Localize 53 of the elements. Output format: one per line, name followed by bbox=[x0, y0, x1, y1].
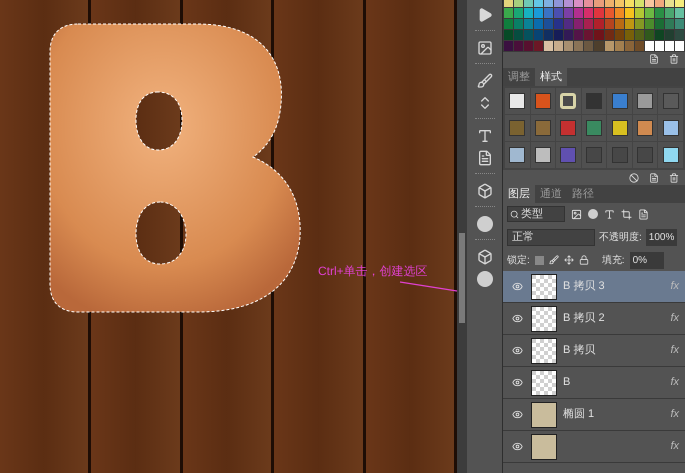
layer-row[interactable]: 椭圆 1 fx bbox=[503, 399, 685, 431]
visibility-eye-icon[interactable] bbox=[512, 377, 522, 388]
layer-effects-label: fx bbox=[670, 439, 679, 454]
layer-effects-label: fx bbox=[670, 375, 679, 390]
new-swatch-icon[interactable] bbox=[649, 54, 659, 64]
layer-row[interactable]: fx bbox=[503, 431, 685, 463]
opacity-field[interactable]: 100% bbox=[646, 228, 678, 246]
layer-name: B 拷贝 bbox=[563, 343, 596, 358]
move-icon[interactable] bbox=[564, 255, 574, 265]
lock-label: 锁定: bbox=[507, 254, 530, 268]
layer-row[interactable]: B fx bbox=[503, 367, 685, 399]
visibility-eye-icon[interactable] bbox=[512, 313, 522, 324]
brush-icon[interactable] bbox=[548, 255, 559, 265]
panel-tab[interactable]: 样式 bbox=[535, 68, 567, 86]
scroll-bar[interactable] bbox=[457, 0, 467, 473]
visibility-eye-icon[interactable] bbox=[512, 409, 522, 420]
type-filter-icon[interactable] bbox=[604, 208, 615, 220]
clear-style-icon[interactable] bbox=[629, 172, 639, 182]
blend-mode-dropdown[interactable]: 正常 bbox=[507, 228, 595, 246]
panel-tab[interactable]: 图层 bbox=[503, 185, 535, 203]
layer-name: B 拷贝 3 bbox=[563, 279, 606, 294]
filter-dropdown[interactable]: 类型 bbox=[507, 206, 565, 222]
smart-object-filter-icon[interactable] bbox=[638, 208, 649, 220]
layer-row[interactable]: B 拷贝 3 fx bbox=[503, 271, 685, 303]
layer-effects-label: fx bbox=[670, 343, 679, 358]
layer-effects-label: fx bbox=[670, 407, 679, 422]
delete-icon[interactable] bbox=[669, 54, 679, 64]
visibility-eye-icon[interactable] bbox=[512, 441, 522, 452]
layer-effects-label: fx bbox=[670, 311, 679, 326]
visibility-eye-icon[interactable] bbox=[512, 345, 522, 356]
visibility-eye-icon[interactable] bbox=[512, 281, 522, 292]
layer-name: B bbox=[563, 375, 572, 390]
delete-icon[interactable] bbox=[669, 172, 679, 182]
new-style-icon[interactable] bbox=[649, 172, 659, 182]
opacity-label: 不透明度: bbox=[599, 230, 642, 244]
layer-row[interactable]: B 拷贝 2 fx bbox=[503, 303, 685, 335]
panel-tab[interactable]: 调整 bbox=[503, 68, 535, 86]
search-icon bbox=[510, 210, 519, 218]
layer-name: B 拷贝 2 bbox=[563, 311, 606, 326]
shape-filter-icon[interactable] bbox=[621, 208, 632, 220]
lock-icon[interactable] bbox=[578, 255, 589, 265]
panel-tab[interactable]: 路径 bbox=[567, 185, 599, 203]
fill-field[interactable]: 0% bbox=[630, 252, 664, 268]
adjustment-filter-icon[interactable] bbox=[588, 209, 598, 219]
image-filter-icon[interactable] bbox=[571, 208, 582, 220]
layer-effects-label: fx bbox=[670, 279, 679, 294]
filter-label: 类型 bbox=[521, 206, 543, 222]
panel-tab[interactable]: 通道 bbox=[535, 185, 567, 203]
layer-name: 椭圆 1 bbox=[563, 407, 596, 422]
annotation-leader-line bbox=[400, 282, 457, 292]
layer-row[interactable]: B 拷贝 fx bbox=[503, 335, 685, 367]
annotation-text: Ctrl+单击，创建选区 bbox=[318, 263, 428, 280]
fill-label: 填充: bbox=[602, 254, 625, 268]
